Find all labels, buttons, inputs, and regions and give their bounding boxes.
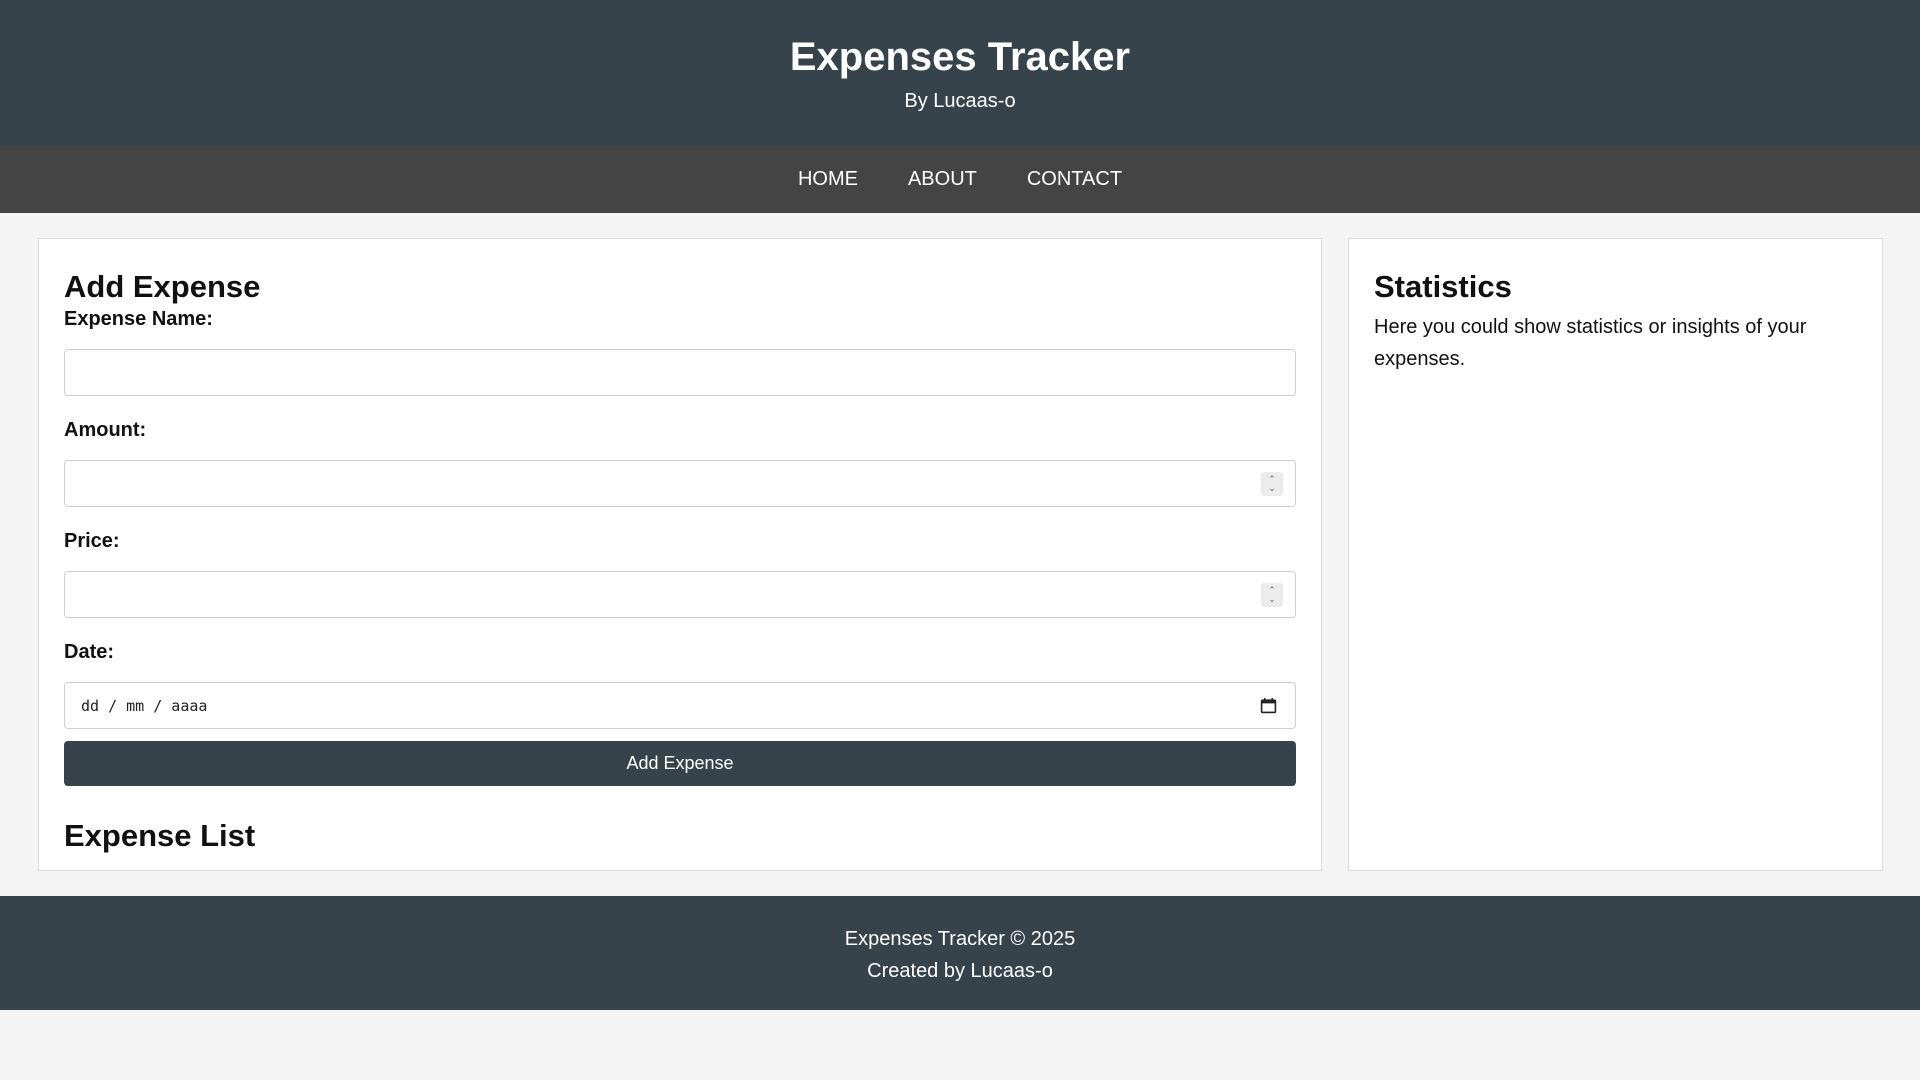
expense-name-input[interactable] bbox=[64, 349, 1296, 396]
nav-item-home[interactable]: HOME bbox=[798, 168, 858, 191]
add-expense-heading: Add Expense bbox=[64, 269, 261, 304]
main-content: Add Expense Expense Name: Amount: ⌃ ⌄ Pr… bbox=[0, 213, 1920, 896]
page-subtitle: By Lucaas-o bbox=[904, 90, 1016, 112]
calendar-icon[interactable] bbox=[1260, 697, 1277, 714]
chevron-down-icon: ⌄ bbox=[1268, 594, 1276, 604]
amount-label: Amount: bbox=[64, 419, 147, 441]
site-header: Expenses Tracker By Lucaas-o bbox=[0, 0, 1920, 146]
price-label: Price: bbox=[64, 530, 120, 552]
nav-item-contact[interactable]: CONTACT bbox=[1027, 168, 1122, 191]
price-input[interactable]: ⌃ ⌄ bbox=[64, 571, 1296, 618]
expense-list-heading: Expense List bbox=[64, 818, 256, 853]
nav-item-about[interactable]: ABOUT bbox=[908, 168, 977, 191]
amount-input[interactable]: ⌃ ⌄ bbox=[64, 460, 1296, 507]
amount-spinner[interactable]: ⌃ ⌄ bbox=[1261, 472, 1283, 496]
expense-name-label: Expense Name: bbox=[64, 308, 213, 330]
statistics-heading: Statistics bbox=[1374, 269, 1512, 304]
statistics-panel: Statistics Here you could show statistic… bbox=[1348, 238, 1883, 871]
statistics-text: Here you could show statistics or insigh… bbox=[1374, 316, 1807, 370]
site-footer: Expenses Tracker © 2025 Created by Lucaa… bbox=[0, 896, 1920, 1010]
date-input[interactable]: dd / mm / aaaa bbox=[64, 682, 1296, 729]
price-spinner[interactable]: ⌃ ⌄ bbox=[1261, 583, 1283, 607]
footer-copyright: Expenses Tracker © 2025 bbox=[844, 928, 1076, 950]
page-title: Expenses Tracker bbox=[789, 35, 1131, 79]
main-nav: HOME ABOUT CONTACT bbox=[0, 146, 1920, 213]
chevron-down-icon: ⌄ bbox=[1268, 483, 1276, 493]
add-expense-button[interactable]: Add Expense bbox=[64, 741, 1296, 786]
footer-credit: Created by Lucaas-o bbox=[867, 960, 1053, 982]
date-placeholder: dd / mm / aaaa bbox=[81, 696, 208, 715]
date-label: Date: bbox=[64, 641, 115, 663]
add-expense-panel: Add Expense Expense Name: Amount: ⌃ ⌄ Pr… bbox=[38, 238, 1322, 871]
